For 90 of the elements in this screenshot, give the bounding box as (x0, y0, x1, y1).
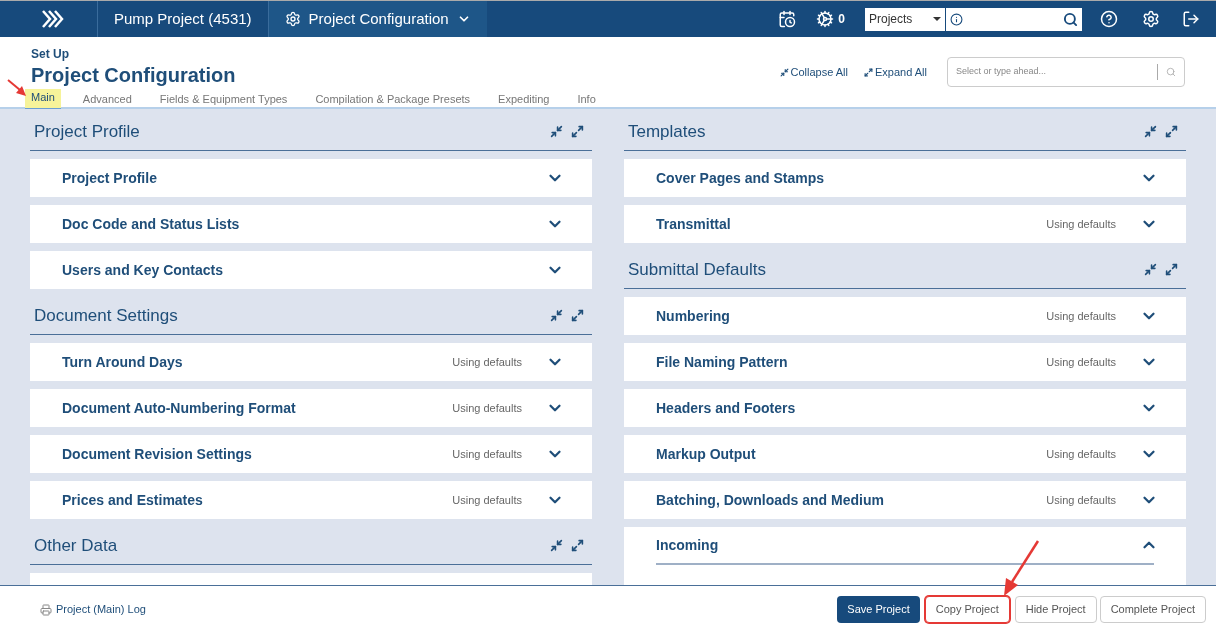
row-title: Headers and Footers (656, 398, 797, 418)
row-title: Markup Output (656, 444, 757, 464)
row-title: Document Auto-Numbering Format (62, 398, 297, 418)
status-text: Using defaults (1046, 354, 1116, 370)
accordion-row[interactable]: File Naming Pattern Using defaults (624, 343, 1186, 381)
row-title: Turn Around Days (62, 352, 184, 372)
row-title: File Naming Pattern (656, 352, 789, 372)
row-title: Batching, Downloads and Medium (656, 490, 885, 510)
row-title: Prices and Estimates (62, 490, 204, 510)
status-text: Using defaults (452, 446, 522, 462)
tab[interactable]: Main (25, 89, 61, 110)
accordion-row[interactable]: Document Revision Settings Using defaults (30, 435, 592, 473)
expand-icon[interactable] (571, 125, 584, 138)
search-field[interactable]: Select or type ahead... (947, 57, 1185, 87)
scope-select[interactable]: Projects (865, 7, 945, 31)
tab[interactable]: Compilation & Package Presets (309, 91, 477, 110)
accordion-row[interactable]: Turn Around Days Using defaults (30, 343, 592, 381)
accordion-row[interactable]: Markup Output Using defaults (624, 435, 1186, 473)
row-title: Users and Key Contacts (62, 260, 225, 280)
calendar-clock-icon[interactable] (778, 10, 797, 28)
status-text: Using defaults (1046, 308, 1116, 324)
accordion-row[interactable]: Incoming (624, 527, 1186, 585)
gears-icon[interactable] (816, 10, 835, 28)
page-title: Project Configuration (31, 63, 237, 87)
info-icon[interactable] (950, 12, 963, 26)
collapse-icon[interactable] (550, 539, 563, 552)
section-title: Other Data (34, 534, 119, 557)
collapse-icon[interactable] (1144, 263, 1157, 276)
collapse-icon[interactable] (1144, 125, 1157, 138)
log-link[interactable]: Project (Main) Log (40, 601, 146, 618)
settings-box-icon (284, 11, 301, 27)
row-title: Transmittal (656, 214, 732, 234)
global-search-field[interactable] (946, 7, 1082, 31)
accordion-row[interactable]: Doc Code and Status Lists (30, 205, 592, 243)
section-title: Templates (628, 120, 707, 143)
collapse-all-link[interactable]: Collapse All (779, 63, 848, 81)
status-text: Using defaults (1046, 492, 1116, 508)
logo-icon[interactable] (41, 10, 65, 28)
status-text: Using defaults (1046, 216, 1116, 232)
section-title: Document Settings (34, 304, 179, 327)
collapse-icon (779, 67, 789, 77)
caret-icon (933, 17, 941, 21)
tab[interactable]: Info (571, 91, 602, 110)
accordion-row[interactable]: Project Profile (30, 159, 592, 197)
row-title: Incoming (656, 535, 720, 555)
settings-icon[interactable] (1142, 10, 1160, 28)
expand-all-link[interactable]: Expand All (864, 63, 927, 81)
expand-icon[interactable] (571, 539, 584, 552)
expand-icon[interactable] (1165, 125, 1178, 138)
jobs-count: 0 (838, 11, 845, 28)
accordion-row[interactable]: Numbering Using defaults (624, 297, 1186, 335)
collapse-icon[interactable] (550, 309, 563, 322)
status-text: Using defaults (452, 492, 522, 508)
accordion-row[interactable]: Users and Key Contacts (30, 251, 592, 289)
accordion-row[interactable]: Cover Pages and Stamps (624, 159, 1186, 197)
search-icon (1166, 67, 1176, 77)
help-icon[interactable] (1100, 10, 1118, 28)
footer-button[interactable]: Copy Project (924, 596, 1010, 623)
tab[interactable]: Advanced (76, 91, 138, 110)
expand-icon[interactable] (571, 309, 584, 322)
row-title: Cover Pages and Stamps (656, 168, 826, 188)
search-icon[interactable] (1063, 11, 1078, 27)
footer-button[interactable]: Save Project (837, 596, 920, 623)
status-text: Using defaults (1046, 446, 1116, 462)
printer-icon (40, 603, 52, 616)
expand-icon[interactable] (1165, 263, 1178, 276)
tab[interactable]: Expediting (492, 91, 556, 110)
section-title: Project Profile (34, 120, 141, 143)
status-text: Using defaults (452, 354, 522, 370)
accordion-row[interactable]: Document Auto-Numbering Format Using defaults (30, 389, 592, 427)
row-title: Doc Code and Status Lists (62, 214, 241, 234)
annotation-arrow (6, 78, 28, 98)
row-title: Project Profile (62, 168, 158, 188)
section-title: Submittal Defaults (628, 258, 767, 281)
breadcrumb-link[interactable]: Pump Project (4531) (97, 1, 268, 37)
page-eyebrow: Set Up (31, 46, 70, 63)
breadcrumb-dropdown[interactable]: Project Configuration (267, 1, 487, 37)
footer-button[interactable]: Hide Project (1014, 596, 1097, 623)
logout-icon[interactable] (1182, 10, 1200, 28)
status-text: Using defaults (452, 400, 522, 416)
row-title: Document Revision Settings (62, 444, 253, 464)
collapse-icon[interactable] (550, 125, 563, 138)
accordion-row[interactable]: Prices and Estimates Using defaults (30, 481, 592, 519)
row-title: Numbering (656, 306, 731, 326)
accordion-row[interactable]: Batching, Downloads and Medium Using defaults (624, 481, 1186, 519)
expand-icon (864, 67, 873, 77)
tab[interactable]: Fields & Equipment Types (153, 91, 294, 110)
footer-button[interactable]: Complete Project (1099, 596, 1206, 623)
accordion-row[interactable]: Headers and Footers (624, 389, 1186, 427)
accordion-row[interactable]: Transmittal Using defaults (624, 205, 1186, 243)
